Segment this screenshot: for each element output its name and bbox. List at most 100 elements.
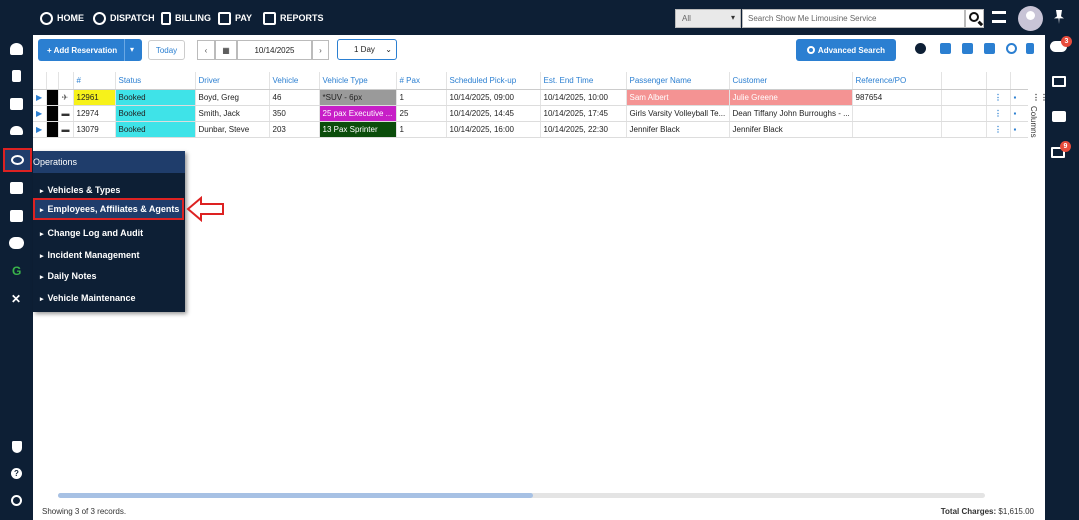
switch-icon[interactable] bbox=[992, 11, 1006, 23]
shield-icon[interactable] bbox=[12, 441, 22, 453]
cell-customer[interactable]: Dean Tiffany John Burroughs - ... bbox=[728, 105, 852, 122]
nav-home[interactable]: HOME bbox=[40, 10, 84, 26]
columns-toggle[interactable]: Columns bbox=[1029, 106, 1038, 138]
col-end-time[interactable]: Est. End Time bbox=[539, 72, 626, 90]
calendar-icon[interactable] bbox=[10, 210, 23, 222]
user-icon[interactable] bbox=[10, 43, 23, 55]
building-icon[interactable] bbox=[12, 70, 21, 82]
switch-view-icon[interactable] bbox=[915, 43, 926, 54]
cell-pickup[interactable]: 10/14/2025, 16:00 bbox=[445, 121, 540, 138]
cell-reference[interactable]: 987654 bbox=[851, 89, 941, 106]
menu-item-vehicle-maintenance[interactable]: Vehicle Maintenance bbox=[33, 288, 185, 308]
cell-status[interactable]: Booked bbox=[114, 121, 195, 138]
expand-row-icon[interactable]: ▶ bbox=[33, 121, 46, 138]
cell-pax[interactable]: 25 bbox=[395, 105, 446, 122]
scrollbar-thumb[interactable] bbox=[58, 493, 533, 498]
expand-row-icon[interactable]: ▶ bbox=[33, 89, 46, 106]
add-reservation-button[interactable]: + Add Reservation bbox=[38, 39, 142, 61]
horizontal-scrollbar[interactable] bbox=[58, 493, 985, 498]
cell-passenger[interactable]: Girls Varsity Volleyball Te... bbox=[625, 105, 729, 122]
cell-end-time[interactable]: 10/14/2025, 22:30 bbox=[539, 121, 626, 138]
menu-item-incident-management[interactable]: Incident Management bbox=[33, 245, 185, 265]
cell-vehicle[interactable]: 46 bbox=[268, 89, 319, 106]
search-scope-select[interactable]: All bbox=[675, 9, 741, 28]
menu-item-employees-affiliates-agents[interactable]: Employees, Affiliates & Agents bbox=[33, 198, 184, 220]
help-icon[interactable]: ? bbox=[11, 468, 22, 479]
cell-reference[interactable] bbox=[851, 121, 941, 138]
cell-id[interactable]: 12974 bbox=[72, 105, 115, 122]
assign-icon[interactable]: ▪ bbox=[1009, 105, 1028, 122]
menu-item-change-log[interactable]: Change Log and Audit bbox=[33, 223, 185, 243]
cell-vehicle[interactable]: 350 bbox=[268, 105, 319, 122]
kebab-menu-icon[interactable]: ⋮ bbox=[985, 105, 1010, 122]
cell-customer[interactable]: Julie Greene bbox=[728, 89, 852, 106]
notes-icon[interactable] bbox=[962, 43, 973, 54]
nav-reports[interactable]: REPORTS bbox=[263, 10, 324, 26]
cell-pax[interactable]: 1 bbox=[395, 121, 446, 138]
nav-dispatch[interactable]: DISPATCH bbox=[93, 10, 155, 26]
cell-vehicle-type[interactable]: *SUV - 6px bbox=[318, 89, 396, 106]
date-input[interactable]: 10/14/2025 bbox=[237, 40, 312, 60]
cell-id[interactable]: 13079 bbox=[72, 121, 115, 138]
col-customer[interactable]: Customer bbox=[728, 72, 852, 90]
cell-end-time[interactable]: 10/14/2025, 10:00 bbox=[539, 89, 626, 106]
cell-vehicle[interactable]: 203 bbox=[268, 121, 319, 138]
table-row[interactable]: ▶ ▬ 12974 Booked Smith, Jack 350 25 pax … bbox=[33, 105, 1028, 122]
cell-end-time[interactable]: 10/14/2025, 17:45 bbox=[539, 105, 626, 122]
cell-id[interactable]: 12961 bbox=[72, 89, 115, 106]
chat-icon[interactable] bbox=[1052, 111, 1066, 122]
transit-icon[interactable] bbox=[10, 182, 23, 194]
cell-passenger[interactable]: Jennifer Black bbox=[625, 121, 729, 138]
cell-passenger[interactable]: Sam Albert bbox=[625, 89, 729, 106]
monitor-icon[interactable] bbox=[1052, 76, 1066, 87]
g-logo-icon[interactable]: G bbox=[12, 264, 21, 278]
col-pax[interactable]: # Pax bbox=[395, 72, 446, 90]
cell-driver[interactable]: Smith, Jack bbox=[194, 105, 269, 122]
col-reference[interactable]: Reference/PO bbox=[851, 72, 941, 90]
cell-status[interactable]: Booked bbox=[114, 89, 195, 106]
cell-pickup[interactable]: 10/14/2025, 14:45 bbox=[445, 105, 540, 122]
menu-item-daily-notes[interactable]: Daily Notes bbox=[33, 266, 185, 286]
grid-icon[interactable]: ⋮⋮ bbox=[1032, 93, 1048, 102]
refresh-icon[interactable] bbox=[1006, 43, 1017, 54]
assign-icon[interactable]: ▪ bbox=[1009, 121, 1028, 138]
search-button[interactable] bbox=[965, 9, 984, 28]
car-icon[interactable] bbox=[10, 126, 23, 135]
cell-pax[interactable]: 1 bbox=[395, 89, 446, 106]
cell-driver[interactable]: Dunbar, Steve bbox=[194, 121, 269, 138]
kebab-menu-icon[interactable]: ⋮ bbox=[985, 121, 1010, 138]
next-date-button[interactable]: › bbox=[312, 40, 329, 60]
col-passenger[interactable]: Passenger Name bbox=[625, 72, 729, 90]
pin-icon[interactable] bbox=[1054, 10, 1064, 24]
cell-status[interactable]: Booked bbox=[114, 105, 195, 122]
user-filter-icon[interactable] bbox=[1026, 43, 1034, 54]
table-row[interactable]: ▶ ▬ 13079 Booked Dunbar, Steve 203 13 Pa… bbox=[33, 121, 1028, 138]
col-driver[interactable]: Driver bbox=[194, 72, 269, 90]
tools-icon[interactable]: ✕ bbox=[11, 292, 21, 306]
today-button[interactable]: Today bbox=[148, 40, 185, 60]
cell-vehicle-type[interactable]: 13 Pax Sprinter bbox=[318, 121, 396, 138]
nav-billing[interactable]: BILLING bbox=[161, 10, 211, 26]
truck-icon[interactable] bbox=[10, 98, 23, 110]
avatar[interactable] bbox=[1018, 6, 1043, 31]
search-input[interactable]: Search Show Me Limousine Service bbox=[742, 9, 965, 28]
cell-driver[interactable]: Boyd, Greg bbox=[194, 89, 269, 106]
kebab-menu-icon[interactable]: ⋮ bbox=[985, 89, 1010, 106]
cell-customer[interactable]: Jennifer Black bbox=[728, 121, 852, 138]
operations-button[interactable] bbox=[3, 148, 32, 172]
cell-vehicle-type[interactable]: 25 pax Executive ... bbox=[318, 105, 396, 122]
calendar-view-icon[interactable] bbox=[984, 43, 995, 54]
col-id[interactable]: # bbox=[72, 72, 115, 90]
chevron-down-icon[interactable]: ▾ bbox=[130, 45, 134, 54]
col-status[interactable]: Status bbox=[114, 72, 195, 90]
list-view-icon[interactable] bbox=[940, 43, 951, 54]
cell-pickup[interactable]: 10/14/2025, 09:00 bbox=[445, 89, 540, 106]
table-row[interactable]: ▶ ✈ 12961 Booked Boyd, Greg 46 *SUV - 6p… bbox=[33, 89, 1028, 106]
menu-item-vehicles-types[interactable]: Vehicles & Types bbox=[33, 180, 185, 200]
col-vehicle[interactable]: Vehicle bbox=[268, 72, 319, 90]
power-icon[interactable] bbox=[11, 495, 22, 506]
range-select[interactable]: 1 Day ⌄ bbox=[337, 39, 397, 60]
nav-pay[interactable]: PAY bbox=[218, 10, 252, 26]
prev-date-button[interactable]: ‹ bbox=[197, 40, 215, 60]
calendar-picker-icon[interactable]: ▦ bbox=[215, 40, 237, 60]
